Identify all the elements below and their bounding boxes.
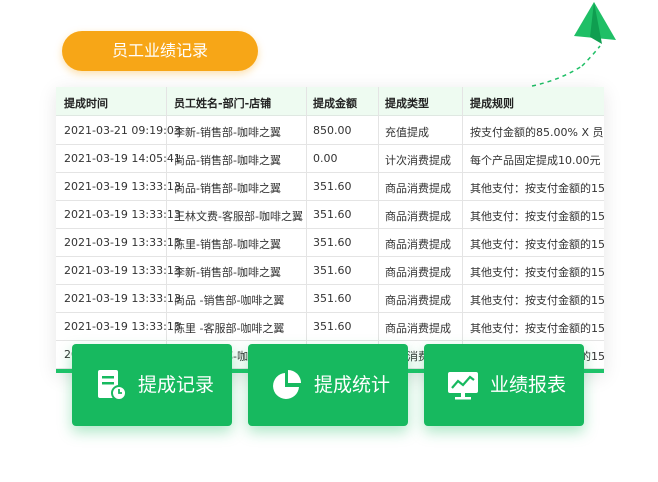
table-row[interactable]: 2021-03-19 13:33:13李新-销售部-咖啡之翼 351.60 商品消费… — [56, 256, 604, 285]
table-cell: 2021-03-19 13:33:13 — [64, 292, 181, 305]
table-cell: 2021-03-21 09:19:03 — [64, 124, 181, 137]
column-header-staff[interactable]: 员工姓名-部门-店铺 — [174, 95, 271, 111]
table-cell: 2021-03-19 13:33:13 — [64, 208, 181, 221]
section-badge: 员工业绩记录 — [62, 31, 258, 71]
table-cell: 2021-03-19 13:33:13 — [64, 264, 181, 277]
table-cell: 商品消费提成 — [385, 322, 451, 335]
table-header: 提成时间 员工姓名-部门-店铺 提成金额 提成类型 提成规则 — [56, 87, 604, 116]
table-cell: 尚品-销售部-咖啡之翼 — [174, 154, 281, 167]
table-row[interactable]: 2021-03-19 13:33:13 陈里-销售部-咖啡之翼 351.60 商品消费… — [56, 228, 604, 257]
table-cell: 尚品-销售部-咖啡之翼 — [174, 182, 281, 195]
column-header-amount[interactable]: 提成金额 — [313, 95, 357, 111]
record-icon — [98, 370, 127, 401]
table-cell: 李新-销售部-咖啡之翼 — [174, 126, 281, 139]
table-cell: 351.60 — [313, 320, 352, 333]
table-cell: 351.60 — [313, 264, 352, 277]
column-divider — [306, 87, 307, 369]
column-header-rule[interactable]: 提成规则 — [470, 95, 514, 111]
table-cell: 其他支付：按支付金额的15.00% — [470, 238, 604, 251]
column-divider — [378, 87, 379, 369]
table-cell: 其他支付：按支付金额的15.00% — [470, 182, 604, 195]
line-chart-monitor-icon — [448, 372, 478, 400]
table-cell: 充值提成 — [385, 126, 429, 139]
table-cell: 其他支付：按支付金额的15.00% — [470, 210, 604, 223]
table-row[interactable]: 2021-03-19 13:33:13 王林文费-客服部-咖啡之翼 351.60 商品… — [56, 200, 604, 229]
table-cell: 其他支付：按支付金额的15.00% — [470, 266, 604, 279]
table-cell: 850.00 — [313, 124, 352, 137]
table-cell: 351.60 — [313, 292, 352, 305]
performance-report-button[interactable]: 业绩报表 — [424, 344, 584, 426]
table-cell: 351.60 — [313, 208, 352, 221]
pie-chart-icon — [273, 370, 301, 399]
table-cell: 按支付金额的85.00% X 员工提 — [470, 126, 604, 139]
table-cell: 2021-03-19 13:33:13 — [64, 180, 181, 193]
table-row[interactable]: 2021-03-21 09:19:03 李新-销售部-咖啡之翼 850.00 充值提成… — [56, 116, 604, 145]
table-cell: 商品消费提成 — [385, 266, 451, 279]
table-cell: 2021-03-19 14:05:41 — [64, 152, 181, 165]
column-header-time[interactable]: 提成时间 — [64, 95, 108, 111]
column-header-type[interactable]: 提成类型 — [385, 95, 429, 111]
table-cell: 商品消费提成 — [385, 210, 451, 223]
performance-report-label: 业绩报表 — [490, 374, 567, 396]
commission-stats-button[interactable]: 提成统计 — [248, 344, 408, 426]
table-cell: 陈里 -客服部-咖啡之翼 — [174, 322, 285, 335]
table-cell: 0.00 — [313, 152, 338, 165]
column-divider — [166, 87, 167, 369]
table-row[interactable]: 2021-03-19 13:33:13 尚品-销售部-咖啡之翼 351.60 商品消费… — [56, 172, 604, 201]
commission-stats-label: 提成统计 — [314, 374, 391, 396]
commission-table: 提成时间 员工姓名-部门-店铺 提成金额 提成类型 提成规则 2021-03-2… — [56, 87, 604, 373]
table-cell: 351.60 — [313, 236, 352, 249]
table-cell: 商品消费提成 — [385, 238, 451, 251]
table-cell: 商品消费提成 — [385, 182, 451, 195]
table-cell: 商品消费提成 — [385, 294, 451, 307]
table-cell: 每个产品固定提成10.00元 X 员 — [470, 154, 604, 167]
table-cell: 计次消费提成 — [385, 154, 451, 167]
table-cell: 2021-03-19 13:33:13 — [64, 236, 181, 249]
table-cell: 其他支付：按支付金额的15.00% — [470, 322, 604, 335]
table-cell: 李新-销售部-咖啡之翼 — [174, 266, 281, 279]
table-cell: 2021-03-19 13:33:13 — [64, 320, 181, 333]
paper-plane-icon — [531, 2, 616, 87]
commission-records-label: 提成记录 — [138, 374, 215, 396]
table-row[interactable]: 2021-03-19 14:05:41 尚品-销售部-咖啡之翼 0.00 计次消费提成… — [56, 144, 604, 173]
table-cell: 陈里-销售部-咖啡之翼 — [174, 238, 281, 251]
column-divider — [462, 87, 463, 369]
table-cell: 其他支付：按支付金额的15.00% — [470, 294, 604, 307]
table-row[interactable]: 2021-03-19 13:33:13 陈里 -客服部-咖啡之翼 351.60 商品消… — [56, 312, 604, 341]
table-cell: 王林文费-客服部-咖啡之翼 — [174, 210, 303, 223]
table-cell: 351.60 — [313, 180, 352, 193]
table-cell: 尚品 -销售部-咖啡之翼 — [174, 294, 285, 307]
commission-records-button[interactable]: 提成记录 — [72, 344, 232, 426]
table-row[interactable]: 2021-03-19 13:33:13 尚品 -销售部-咖啡之翼 351.60 商品消… — [56, 284, 604, 313]
